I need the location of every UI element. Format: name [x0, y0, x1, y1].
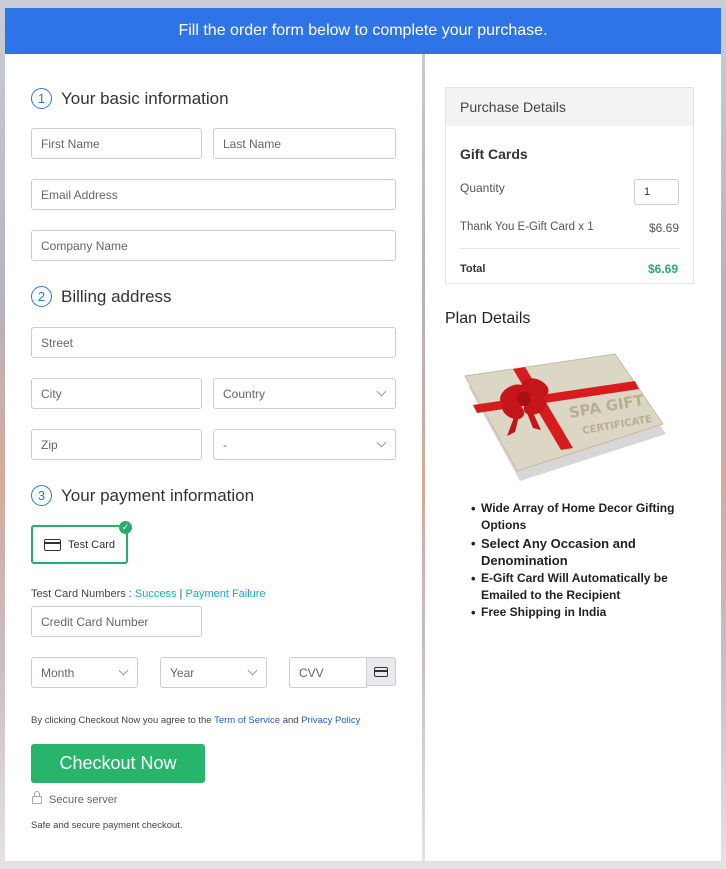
company-name-field[interactable]: Company Name: [31, 230, 396, 261]
field-placeholder: Zip: [41, 437, 58, 452]
field-placeholder: Email Address: [41, 187, 118, 202]
month-select[interactable]: Month: [31, 657, 138, 688]
last-name-field[interactable]: Last Name: [213, 128, 396, 159]
first-name-field[interactable]: First Name: [31, 128, 202, 159]
email-field[interactable]: Email Address: [31, 179, 396, 210]
summary-panel: Purchase Details Gift Cards Quantity 1 T…: [425, 54, 721, 861]
line-item-name: Thank You E-Gift Card x 1: [460, 221, 594, 233]
banner-text: Fill the order form below to complete yo…: [178, 22, 548, 39]
test-card-numbers: Test Card Numbers : Success | Payment Fa…: [31, 588, 266, 600]
total-label: Total: [460, 263, 486, 275]
agreement-text: By clicking Checkout Now you agree to th…: [31, 715, 360, 726]
quantity-input[interactable]: 1: [634, 179, 679, 205]
credit-card-icon: [43, 538, 61, 551]
success-link[interactable]: Success: [135, 588, 177, 600]
chevron-down-icon: [376, 437, 387, 448]
agreement-prefix: By clicking Checkout Now you agree to th…: [31, 715, 215, 726]
step-number: 2: [31, 286, 52, 307]
terms-of-service-link[interactable]: Term of Service: [214, 715, 280, 726]
check-icon: ✓: [119, 521, 132, 534]
test-card-label: Test Card: [67, 538, 116, 551]
quantity-label: Quantity: [460, 181, 505, 195]
chevron-down-icon: [247, 665, 258, 676]
field-placeholder: Credit Card Number: [41, 614, 149, 629]
lock-icon: [32, 791, 42, 804]
field-placeholder: Last Name: [223, 136, 282, 151]
step-number: 1: [31, 88, 52, 109]
top-banner: Fill the order form below to complete yo…: [5, 8, 721, 54]
plan-details-title: Plan Details: [445, 310, 531, 327]
benefit-item: Wide Array of Home Decor Gifting Options: [471, 500, 711, 534]
select-value: Year: [170, 665, 195, 680]
cvv-card-icon-box: [367, 657, 396, 686]
field-placeholder: Company Name: [41, 238, 128, 253]
field-placeholder: CVV: [299, 665, 324, 680]
field-placeholder: City: [41, 386, 62, 401]
zip-field[interactable]: Zip: [31, 429, 202, 460]
purchase-details-box: Purchase Details Gift Cards Quantity 1 T…: [445, 87, 694, 284]
gift-card-image: SPA GIFT CERTIFICATE: [464, 353, 666, 481]
select-value: Country: [223, 386, 266, 401]
secure-checkout-note: Safe and secure payment checkout.: [31, 820, 183, 831]
privacy-policy-link[interactable]: Privacy Policy: [301, 715, 360, 726]
test-card-option[interactable]: Test Card ✓: [31, 521, 132, 564]
agreement-and: and: [280, 715, 302, 726]
product-name: Gift Cards: [460, 146, 528, 162]
section-title: Billing address: [61, 286, 172, 306]
street-field[interactable]: Street: [31, 327, 396, 358]
purchase-details-header: Purchase Details: [446, 88, 693, 126]
section-title: Your payment information: [61, 485, 255, 505]
total-price: $6.69: [648, 262, 679, 276]
checkout-now-button[interactable]: Checkout Now: [31, 744, 205, 783]
section-basic-info: 1 Your basic information: [31, 88, 229, 109]
plan-benefits-list: Wide Array of Home Decor Gifting Options…: [471, 500, 711, 621]
cvv-field[interactable]: CVV: [289, 657, 367, 688]
field-placeholder: Street: [41, 335, 74, 350]
step-number: 3: [31, 485, 52, 506]
benefit-item: Free Shipping in India: [471, 604, 711, 621]
divider: [460, 248, 680, 249]
section-billing-address: 2 Billing address: [31, 286, 172, 307]
order-form-panel: 1 Your basic information First Name Last…: [5, 54, 422, 861]
select-value: Month: [41, 665, 75, 680]
section-payment-info: 3 Your payment information: [31, 485, 254, 506]
chevron-down-icon: [118, 665, 129, 676]
test-numbers-label: Test Card Numbers :: [31, 588, 135, 600]
country-select[interactable]: Country: [213, 378, 396, 409]
chevron-down-icon: [376, 386, 387, 397]
select-value: -: [223, 437, 227, 452]
benefit-item: Select Any Occasion and Denomination: [471, 535, 711, 569]
city-field[interactable]: City: [31, 378, 202, 409]
credit-card-number-field[interactable]: Credit Card Number: [31, 606, 202, 637]
field-placeholder: First Name: [41, 136, 100, 151]
payment-failure-link[interactable]: Payment Failure: [185, 588, 265, 600]
section-title: Your basic information: [61, 88, 229, 108]
credit-card-icon: [374, 666, 388, 677]
line-item-price: $6.69: [649, 221, 680, 235]
year-select[interactable]: Year: [160, 657, 267, 688]
state-select[interactable]: -: [213, 429, 396, 460]
benefit-item: E-Gift Card Will Automatically be Emaile…: [471, 570, 711, 604]
secure-server-label: Secure server: [49, 794, 118, 806]
